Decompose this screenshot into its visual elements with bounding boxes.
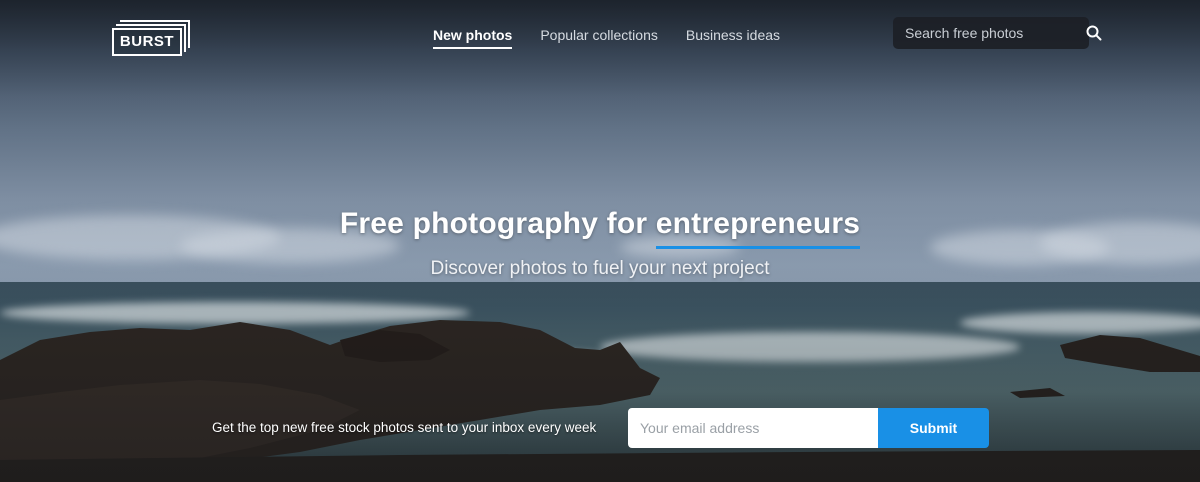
search-icon[interactable] [1086, 24, 1102, 42]
search-box [893, 17, 1102, 49]
submit-button[interactable]: Submit [878, 408, 989, 448]
burst-logo[interactable]: BURST [112, 20, 190, 56]
nav-item-new-photos[interactable]: New photos [433, 27, 513, 49]
main-nav: New photos Popular collections Business … [433, 27, 780, 49]
search-input[interactable] [905, 25, 1086, 41]
nav-item-popular-collections[interactable]: Popular collections [540, 27, 658, 49]
headline-highlight: entrepreneurs [655, 207, 861, 249]
logo-text: BURST [112, 28, 182, 56]
headline-prefix: Free photography for [339, 207, 648, 240]
nav-item-business-ideas[interactable]: Business ideas [686, 27, 780, 49]
hero-subheadline: Discover photos to fuel your next projec… [430, 258, 770, 279]
email-field[interactable] [628, 408, 878, 448]
newsletter-text: Get the top new free stock photos sent t… [212, 420, 597, 435]
hero-headline: Free photography for entrepreneurs [0, 207, 1200, 249]
